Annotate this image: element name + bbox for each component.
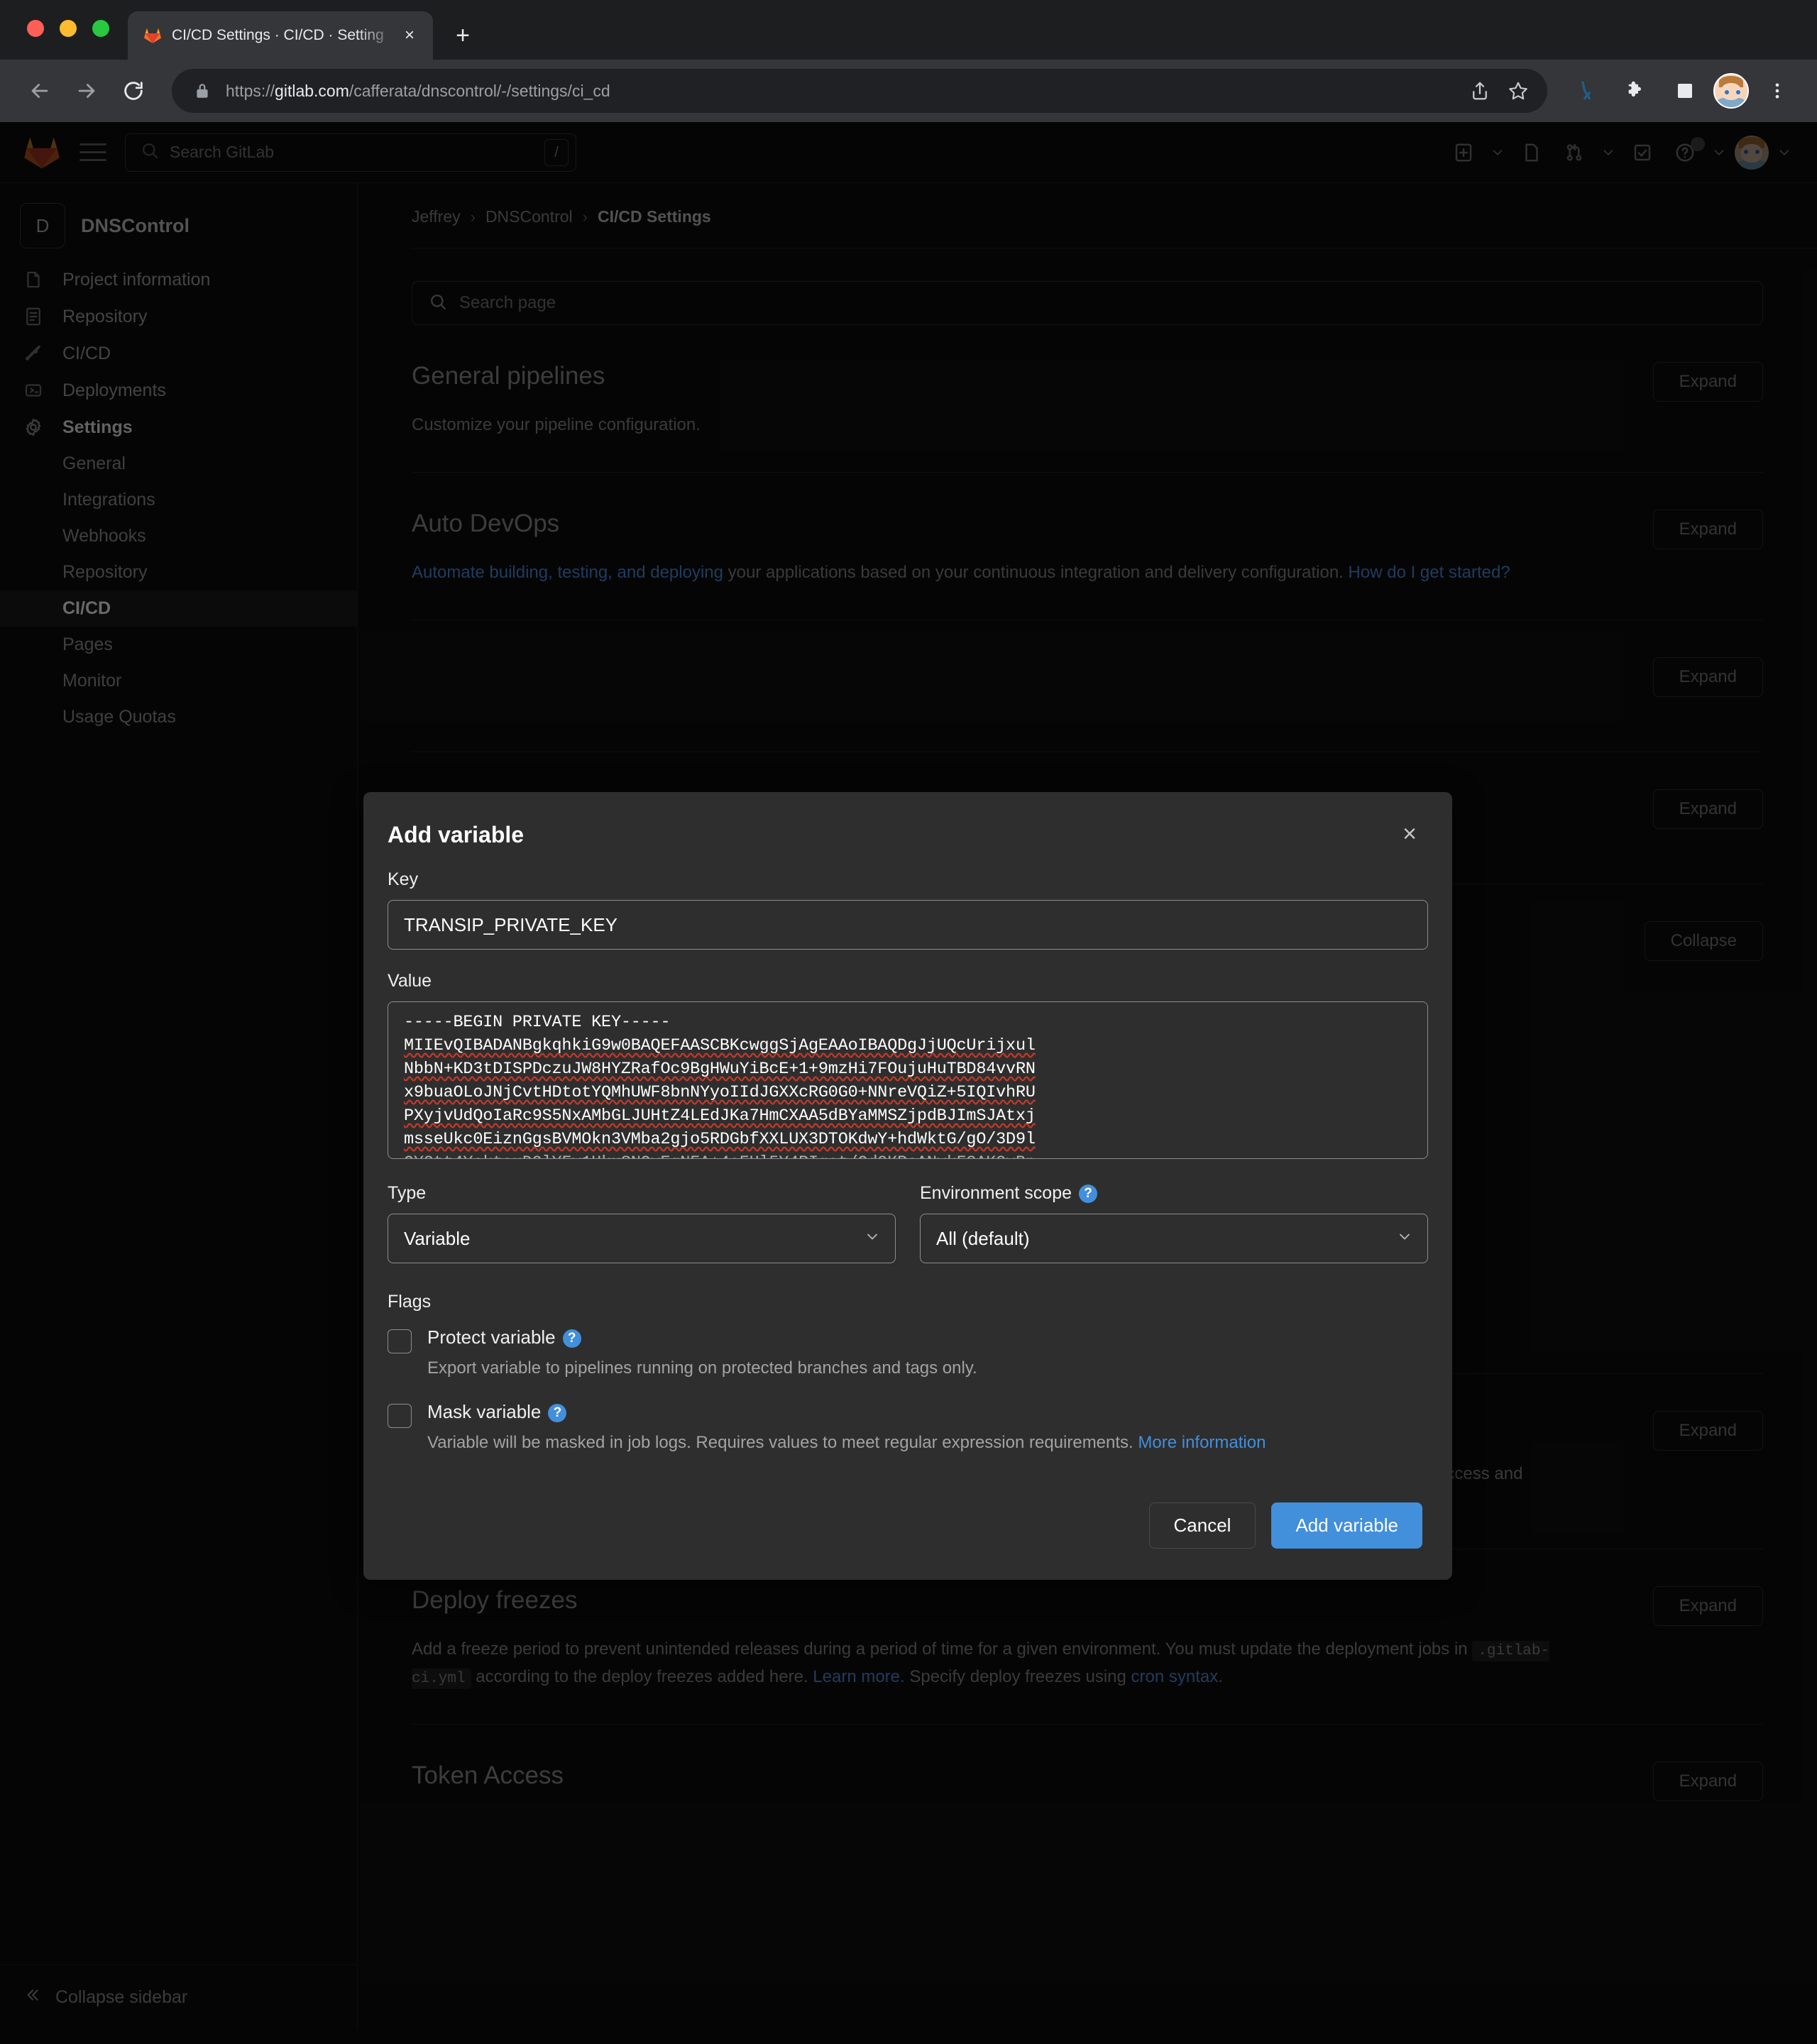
value-textarea[interactable]: -----BEGIN PRIVATE KEY----- MIIEvQIBADAN… (388, 1001, 1428, 1159)
value-line: PXyjvUdQoIaRc9S5NxAMbGLJUHtZ4LEdJKa7HmCX… (404, 1106, 1036, 1126)
key-field-label: Key (388, 869, 419, 889)
side-panel-icon[interactable] (1664, 70, 1706, 112)
chevron-down-icon (1396, 1228, 1413, 1249)
type-label: Type (388, 1183, 427, 1203)
browser-tab[interactable]: CI/CD Settings · CI/CD · Setting × (128, 11, 433, 60)
value-line: QY2tt4YcktauD9lYFv1HkuSNQvEqNFA+4cFHl5Y4… (404, 1151, 1415, 1158)
reload-icon[interactable] (112, 70, 155, 112)
gitlab-extension-icon[interactable] (1564, 70, 1607, 112)
protect-variable-label: Protect variable? (427, 1326, 977, 1348)
forward-arrow-icon[interactable] (65, 70, 108, 112)
address-bar[interactable]: https://gitlab.com/cafferata/dnscontrol/… (172, 69, 1547, 113)
star-icon[interactable] (1499, 72, 1537, 110)
gitlab-app: Search GitLab / D DNSControl Project inf… (0, 122, 1817, 2044)
close-icon[interactable]: × (1397, 822, 1422, 846)
window-maximize-button[interactable] (92, 20, 109, 37)
flags-label: Flags (388, 1292, 432, 1312)
browser-chrome: CI/CD Settings · CI/CD · Setting × + htt… (0, 0, 1817, 122)
puzzle-icon[interactable] (1614, 70, 1657, 112)
flag-mask-variable: Mask variable? Variable will be masked i… (388, 1401, 1428, 1456)
window-close-button[interactable] (27, 20, 44, 37)
mask-variable-checkbox[interactable] (388, 1404, 412, 1428)
mask-variable-description-text: Variable will be masked in job logs. Req… (427, 1433, 1138, 1452)
back-arrow-icon[interactable] (18, 70, 61, 112)
modal-body: Key Value -----BEGIN PRIVATE KEY----- MI… (363, 869, 1452, 1456)
environment-scope-label: Environment scope? (920, 1183, 1428, 1204)
window-traffic-lights (27, 20, 109, 37)
chevron-down-icon (864, 1228, 881, 1249)
value-line: NbbN+KD3tDISPDczuJW8HYZRafOc9BgHWuYiBcE+… (404, 1060, 1036, 1079)
help-icon[interactable]: ? (1079, 1185, 1098, 1203)
avatar[interactable] (1713, 73, 1749, 109)
type-and-scope-row: Type Variable Environment scope? All (de… (388, 1183, 1428, 1263)
browser-tabstrip: CI/CD Settings · CI/CD · Setting × + (0, 0, 1817, 60)
share-icon[interactable] (1461, 72, 1499, 110)
cancel-button[interactable]: Cancel (1148, 1502, 1256, 1549)
environment-scope-label-text: Environment scope (920, 1183, 1072, 1203)
value-line: MIIEvQIBADANBgkqhkiG9w0BAQEFAASCBKcwggSj… (404, 1036, 1036, 1055)
protect-variable-checkbox[interactable] (388, 1329, 412, 1353)
gitlab-favicon-icon (143, 26, 162, 45)
environment-scope-selected-value: All (default) (936, 1227, 1030, 1249)
modal-header: Add variable × (363, 792, 1452, 848)
value-line: x9buaOLoJNjCvtHDtotYQMhUWF8bnNYyoIIdJGXX… (404, 1083, 1036, 1102)
help-icon[interactable]: ? (562, 1329, 581, 1348)
url-path: /cafferata/dnscontrol/-/settings/ci_cd (348, 81, 610, 100)
mask-variable-label: Mask variable? (427, 1401, 1266, 1423)
window-minimize-button[interactable] (60, 20, 77, 37)
add-variable-submit-button[interactable]: Add variable (1271, 1502, 1422, 1549)
browser-toolbar: https://gitlab.com/cafferata/dnscontrol/… (0, 60, 1817, 122)
type-select[interactable]: Variable (388, 1214, 896, 1263)
value-field-label: Value (388, 971, 432, 991)
flag-protect-variable: Protect variable? Export variable to pip… (388, 1326, 1428, 1381)
address-bar-url: https://gitlab.com/cafferata/dnscontrol/… (226, 82, 1461, 101)
kebab-menu-icon[interactable] (1756, 70, 1799, 112)
url-domain: gitlab.com (275, 81, 349, 100)
help-icon[interactable]: ? (548, 1404, 567, 1422)
environment-scope-field: Environment scope? All (default) (920, 1183, 1428, 1263)
type-field: Type Variable (388, 1183, 896, 1263)
protect-variable-description: Export variable to pipelines running on … (427, 1358, 977, 1378)
value-line: -----BEGIN PRIVATE KEY----- (404, 1013, 671, 1032)
key-input[interactable] (388, 900, 1428, 950)
new-tab-button[interactable]: + (443, 16, 483, 55)
modal-footer: Cancel Add variable (363, 1466, 1452, 1580)
mask-variable-label-text: Mask variable (427, 1401, 542, 1422)
protect-variable-label-text: Protect variable (427, 1326, 556, 1348)
more-information-link[interactable]: More information (1138, 1433, 1266, 1452)
browser-tab-title: CI/CD Settings · CI/CD · Setting (172, 27, 384, 43)
modal-title: Add variable (388, 822, 525, 847)
close-icon[interactable]: × (397, 23, 422, 48)
value-line: msseUkc0EiznGgsBVMOkn3VMba2gjo5RDGbfXXLU… (404, 1130, 1036, 1149)
url-scheme: https:// (226, 81, 275, 100)
environment-scope-select[interactable]: All (default) (920, 1214, 1428, 1263)
lock-icon (193, 82, 214, 100)
mask-variable-description: Variable will be masked in job logs. Req… (427, 1430, 1266, 1456)
browser-toolbar-right (1564, 70, 1799, 112)
type-selected-value: Variable (404, 1227, 471, 1249)
add-variable-modal: Add variable × Key Value -----BEGIN PRIV… (363, 792, 1452, 1580)
